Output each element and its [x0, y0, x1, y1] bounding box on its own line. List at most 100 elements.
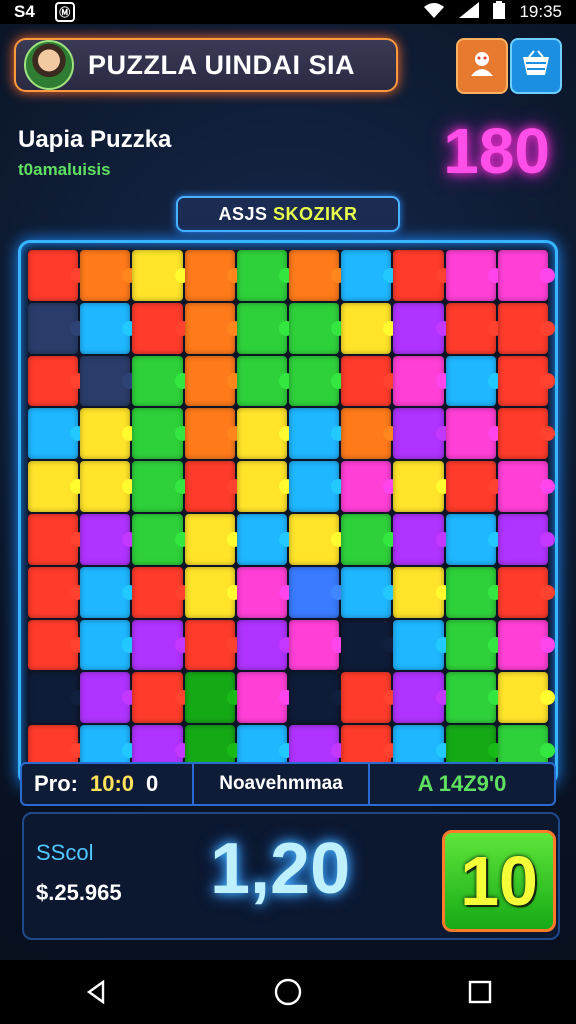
puzzle-piece[interactable] — [393, 672, 444, 724]
puzzle-piece[interactable] — [393, 619, 444, 671]
puzzle-piece[interactable] — [445, 619, 496, 671]
puzzle-piece[interactable] — [236, 461, 287, 512]
puzzle-piece[interactable] — [80, 408, 131, 460]
puzzle-piece[interactable] — [184, 513, 235, 565]
puzzle-piece[interactable] — [236, 355, 287, 407]
puzzle-piece[interactable] — [28, 355, 79, 407]
puzzle-piece[interactable] — [393, 250, 444, 301]
puzzle-piece[interactable] — [80, 302, 131, 354]
puzzle-piece[interactable] — [132, 250, 183, 301]
puzzle-piece[interactable] — [28, 461, 79, 512]
puzzle-piece[interactable] — [28, 302, 79, 354]
puzzle-piece[interactable] — [289, 250, 340, 301]
puzzle-piece[interactable] — [80, 619, 131, 671]
puzzle-piece[interactable] — [445, 672, 496, 724]
puzzle-piece[interactable] — [184, 302, 235, 354]
puzzle-piece[interactable] — [184, 355, 235, 407]
puzzle-piece[interactable] — [289, 355, 340, 407]
puzzle-piece[interactable] — [28, 672, 79, 724]
puzzle-piece[interactable] — [393, 461, 444, 512]
puzzle-piece[interactable] — [289, 513, 340, 565]
puzzle-piece[interactable] — [393, 408, 444, 460]
puzzle-piece[interactable] — [80, 355, 131, 407]
puzzle-piece[interactable] — [184, 672, 235, 724]
puzzle-piece[interactable] — [289, 672, 340, 724]
shop-button[interactable] — [510, 38, 562, 94]
puzzle-piece[interactable] — [497, 355, 548, 407]
profile-button[interactable] — [456, 38, 508, 94]
puzzle-piece[interactable] — [28, 513, 79, 565]
puzzle-piece[interactable] — [445, 250, 496, 301]
level-button[interactable]: 10 — [442, 830, 556, 932]
puzzle-piece[interactable] — [497, 302, 548, 354]
puzzle-piece[interactable] — [445, 566, 496, 618]
puzzle-piece[interactable] — [132, 619, 183, 671]
puzzle-piece[interactable] — [445, 513, 496, 565]
puzzle-piece[interactable] — [132, 566, 183, 618]
puzzle-piece[interactable] — [28, 566, 79, 618]
puzzle-piece[interactable] — [341, 461, 392, 512]
puzzle-piece[interactable] — [236, 513, 287, 565]
puzzle-piece[interactable] — [132, 408, 183, 460]
mode-chip[interactable]: ASJS SKOZIKR — [176, 196, 400, 232]
puzzle-piece[interactable] — [341, 672, 392, 724]
puzzle-piece[interactable] — [445, 408, 496, 460]
puzzle-piece[interactable] — [184, 566, 235, 618]
puzzle-piece[interactable] — [236, 408, 287, 460]
puzzle-piece[interactable] — [184, 250, 235, 301]
back-button[interactable] — [76, 972, 116, 1012]
puzzle-piece[interactable] — [341, 619, 392, 671]
home-button[interactable] — [268, 972, 308, 1012]
puzzle-piece[interactable] — [80, 566, 131, 618]
puzzle-piece[interactable] — [341, 302, 392, 354]
puzzle-piece[interactable] — [28, 408, 79, 460]
puzzle-piece[interactable] — [80, 513, 131, 565]
puzzle-piece[interactable] — [236, 566, 287, 618]
puzzle-piece[interactable] — [80, 250, 131, 301]
puzzle-piece[interactable] — [445, 461, 496, 512]
puzzle-piece[interactable] — [445, 302, 496, 354]
puzzle-piece[interactable] — [497, 566, 548, 618]
puzzle-piece[interactable] — [132, 672, 183, 724]
puzzle-piece[interactable] — [80, 461, 131, 512]
puzzle-piece[interactable] — [341, 566, 392, 618]
puzzle-piece[interactable] — [28, 250, 79, 301]
avatar[interactable] — [24, 40, 74, 90]
puzzle-piece[interactable] — [289, 408, 340, 460]
puzzle-piece[interactable] — [132, 461, 183, 512]
puzzle-piece[interactable] — [236, 302, 287, 354]
puzzle-piece[interactable] — [132, 302, 183, 354]
puzzle-piece[interactable] — [184, 461, 235, 512]
puzzle-piece[interactable] — [341, 250, 392, 301]
puzzle-piece[interactable] — [289, 461, 340, 512]
puzzle-piece[interactable] — [80, 672, 131, 724]
puzzle-piece[interactable] — [393, 566, 444, 618]
cart-icon — [521, 49, 551, 84]
puzzle-piece[interactable] — [132, 513, 183, 565]
puzzle-piece[interactable] — [341, 408, 392, 460]
puzzle-piece[interactable] — [289, 302, 340, 354]
puzzle-piece[interactable] — [184, 408, 235, 460]
puzzle-piece[interactable] — [236, 672, 287, 724]
puzzle-piece[interactable] — [289, 566, 340, 618]
puzzle-piece[interactable] — [497, 672, 548, 724]
puzzle-piece[interactable] — [497, 619, 548, 671]
puzzle-piece[interactable] — [393, 355, 444, 407]
recents-button[interactable] — [460, 972, 500, 1012]
puzzle-piece[interactable] — [132, 355, 183, 407]
puzzle-piece[interactable] — [289, 619, 340, 671]
puzzle-piece[interactable] — [28, 619, 79, 671]
puzzle-piece[interactable] — [445, 355, 496, 407]
puzzle-piece[interactable] — [341, 355, 392, 407]
puzzle-board[interactable] — [28, 250, 548, 776]
puzzle-piece[interactable] — [393, 302, 444, 354]
puzzle-piece[interactable] — [497, 250, 548, 301]
puzzle-piece[interactable] — [497, 408, 548, 460]
puzzle-piece[interactable] — [184, 619, 235, 671]
puzzle-piece[interactable] — [497, 461, 548, 512]
puzzle-piece[interactable] — [236, 250, 287, 301]
puzzle-piece[interactable] — [236, 619, 287, 671]
puzzle-piece[interactable] — [393, 513, 444, 565]
puzzle-piece[interactable] — [497, 513, 548, 565]
puzzle-piece[interactable] — [341, 513, 392, 565]
